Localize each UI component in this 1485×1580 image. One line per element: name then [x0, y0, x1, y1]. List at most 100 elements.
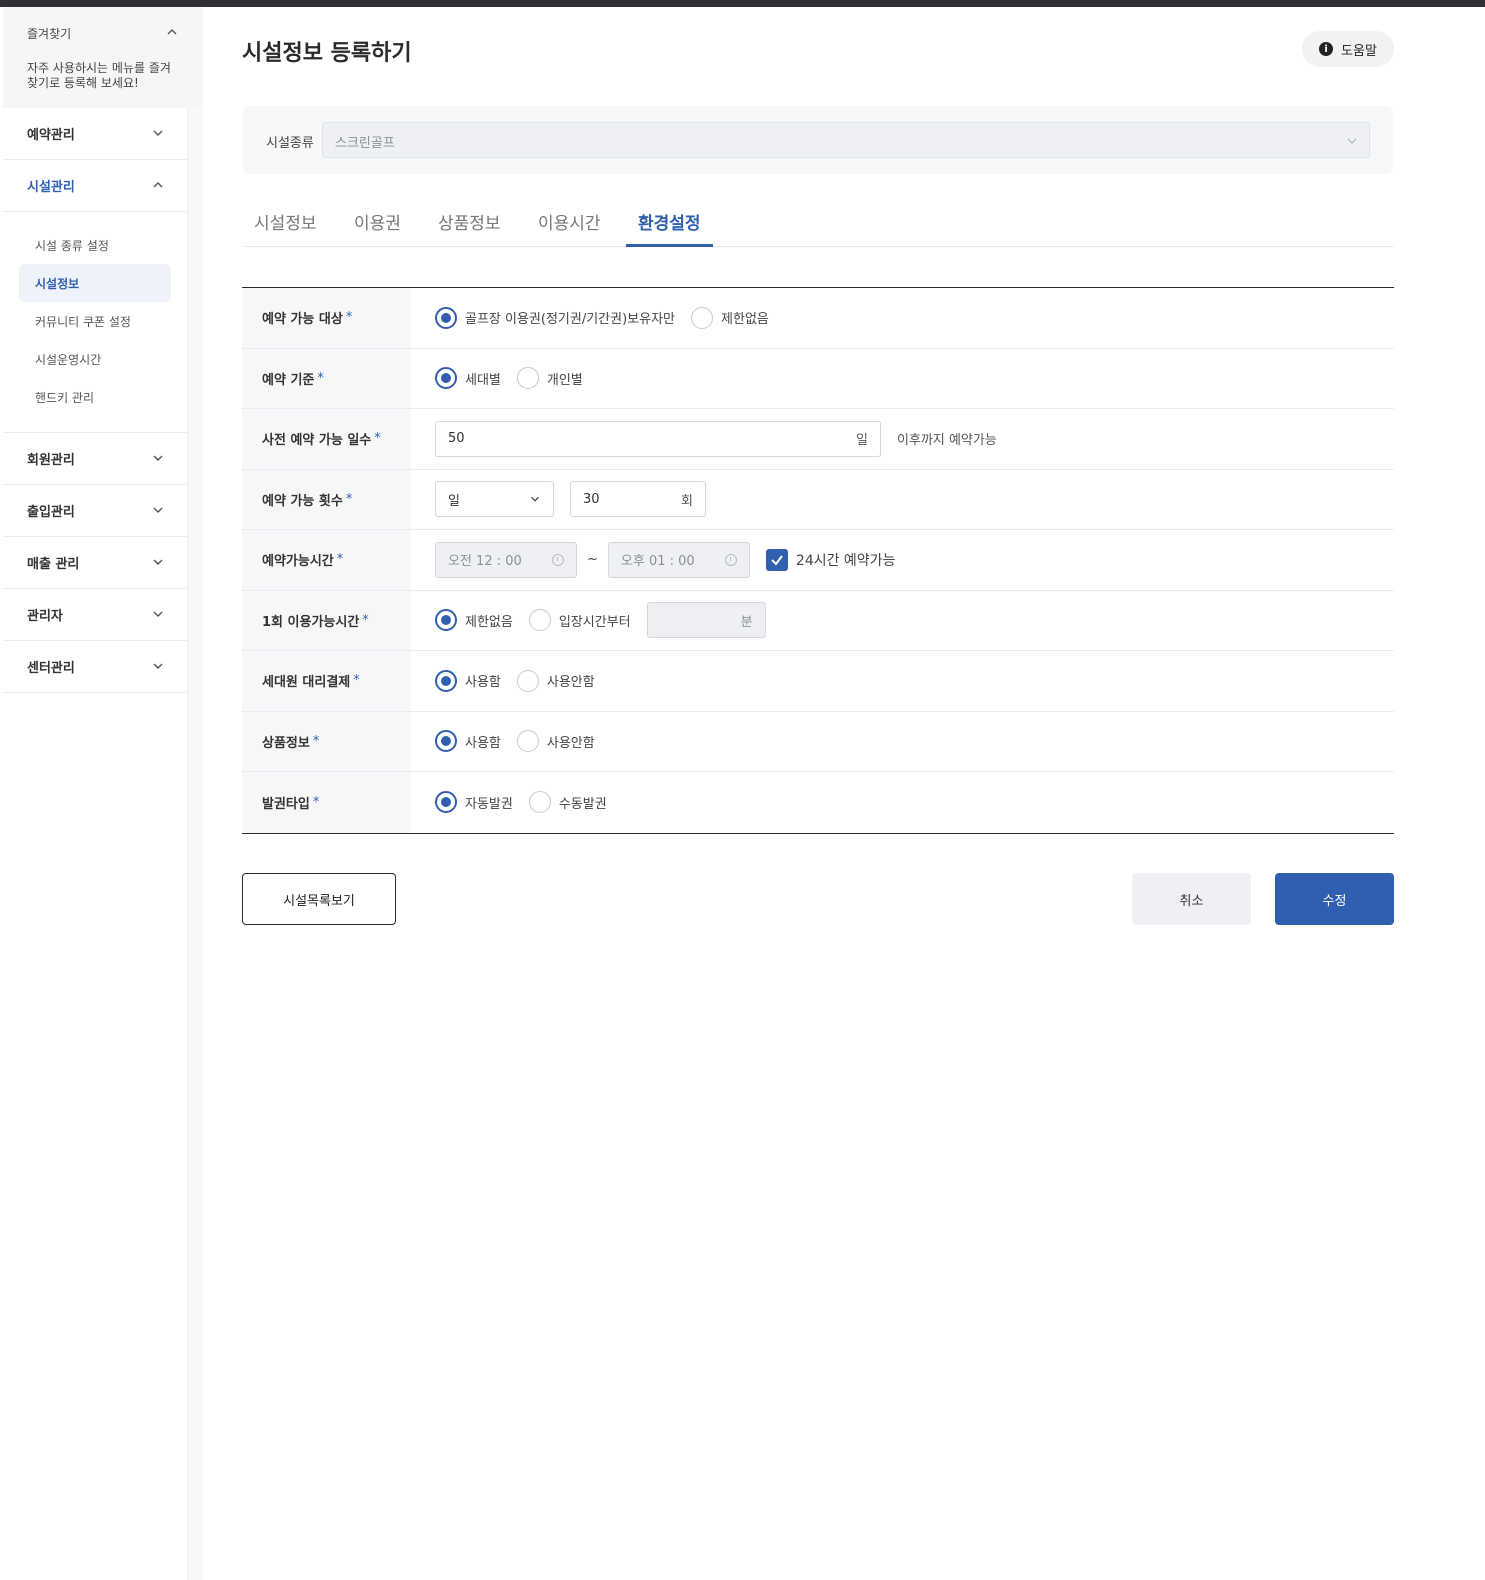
sidebar-item-sales[interactable]: 매출 관리: [3, 537, 187, 589]
row-label: 상품정보 *: [242, 711, 411, 771]
form-row-proxy-payment: 세대원 대리결제 * 사용함 사용안함: [242, 651, 1394, 712]
sidebar-item-reservation[interactable]: 예약관리: [3, 108, 187, 160]
required-mark: *: [345, 310, 353, 326]
row-label: 예약가능시간 *: [242, 530, 411, 590]
row-body: 골프장 이용권(정기권/기간권)보유자만 제한없음: [411, 288, 1394, 348]
row-label-text: 사전 예약 가능 일수: [262, 433, 372, 449]
chevron-down-icon: [153, 663, 163, 669]
row-body: 세대별 개인별: [411, 349, 1394, 409]
submenu-item-handkey[interactable]: 핸드키 관리: [19, 378, 171, 416]
row-body: 사용함 사용안함: [411, 651, 1394, 711]
radio-proxy-not-use[interactable]: [516, 669, 539, 692]
radio-label: 사용안함: [546, 675, 595, 691]
radio-label: 사용함: [465, 735, 501, 751]
sidebar: 즐겨찾기 자주 사용하시는 메뉴를 즐겨찾기로 등록해 보세요! 예약관리 시설…: [0, 7, 203, 1580]
radio-label: 골프장 이용권(정기권/기간권)보유자만: [465, 312, 676, 328]
radio-label: 수동발권: [558, 796, 607, 812]
chevron-up-icon: [153, 182, 163, 188]
tab-settings[interactable]: 환경설정: [626, 203, 713, 247]
start-time-input[interactable]: 오전 12 : 00: [435, 541, 577, 578]
sidebar-menu: 예약관리 시설관리 시설 종류 설정 시설정보 커뮤니티 쿠폰 설정 시설운영시…: [3, 108, 187, 693]
row-label-text: 예약가능시간: [262, 554, 334, 570]
row-body: 사용함 사용안함: [411, 712, 1394, 772]
row-body: 일 30 회: [411, 470, 1394, 530]
radio-usage-no-limit[interactable]: [435, 609, 457, 632]
save-button[interactable]: 수정: [1275, 873, 1394, 925]
help-button[interactable]: i 도움말: [1302, 31, 1394, 67]
radio-label: 제한없음: [465, 614, 513, 630]
count-input[interactable]: 30 회: [570, 481, 706, 518]
form-row-usage-time: 1회 이용가능시간 * 제한없음 입장시간부터 분: [242, 590, 1394, 651]
sidebar-item-access[interactable]: 출입관리: [3, 485, 187, 537]
tab-product-info[interactable]: 상품정보: [426, 203, 513, 247]
submenu-item-operating-hours[interactable]: 시설운영시간: [19, 340, 171, 378]
row-label: 발권타입 *: [242, 772, 411, 833]
row-label-text: 예약 기준: [262, 372, 315, 388]
sidebar-item-label: 매출 관리: [27, 557, 80, 572]
form-row-ticket-type: 발권타입 * 자동발권 수동발권: [242, 772, 1394, 833]
sidebar-item-label: 출입관리: [27, 505, 75, 520]
input-value: 오후 01 : 00: [620, 554, 695, 570]
sidebar-item-facility[interactable]: 시설관리: [3, 160, 187, 212]
usage-minutes-input[interactable]: 분: [646, 602, 766, 639]
chevron-down-icon: [1347, 138, 1357, 144]
facility-list-button[interactable]: 시설목록보기: [242, 873, 396, 925]
radio-pass-holders[interactable]: [435, 306, 457, 329]
end-time-input[interactable]: 오후 01 : 00: [607, 541, 750, 578]
radio-label: 사용함: [465, 675, 501, 691]
row-body: 제한없음 입장시간부터 분: [411, 591, 1394, 651]
row-label-text: 상품정보: [262, 735, 310, 751]
tab-pass[interactable]: 이용권: [342, 203, 413, 247]
tab-usage-time[interactable]: 이용시간: [526, 203, 613, 247]
sidebar-item-label: 시설관리: [27, 180, 75, 195]
submenu-item-facility-type[interactable]: 시설 종류 설정: [19, 226, 171, 264]
submenu-item-community-coupon[interactable]: 커뮤니티 쿠폰 설정: [19, 302, 171, 340]
required-mark: *: [345, 491, 353, 507]
select-value: 일: [448, 493, 460, 509]
chevron-down-icon: [153, 611, 163, 617]
radio-no-limit[interactable]: [691, 306, 714, 329]
row-body: 자동발권 수동발권: [411, 772, 1394, 833]
required-mark: *: [362, 612, 369, 628]
radio-product-not-use[interactable]: [516, 730, 539, 753]
count-period-select[interactable]: 일: [435, 481, 554, 518]
required-mark: *: [336, 552, 344, 568]
sidebar-item-label: 관리자: [27, 609, 63, 624]
chevron-up-icon[interactable]: [165, 25, 179, 39]
radio-proxy-use[interactable]: [435, 669, 457, 692]
unit-label: 일: [856, 433, 868, 449]
sidebar-item-label: 예약관리: [27, 128, 75, 143]
main-content: 시설정보 등록하기 i 도움말 시설종류 스크린골프 시설정보 이용권 상품정보…: [242, 7, 1394, 1580]
radio-from-entry[interactable]: [528, 609, 551, 632]
form-row-advance-days: 사전 예약 가능 일수 * 50 일 이후까지 예약가능: [242, 409, 1394, 470]
chevron-down-icon: [153, 507, 163, 513]
info-icon: i: [1319, 42, 1334, 56]
sidebar-item-center[interactable]: 센터관리: [3, 641, 187, 693]
chevron-down-icon: [153, 455, 163, 461]
submenu-item-facility-info[interactable]: 시설정보: [19, 264, 171, 302]
facility-submenu: 시설 종류 설정 시설정보 커뮤니티 쿠폰 설정 시설운영시간 핸드키 관리: [3, 212, 187, 433]
sidebar-item-admin[interactable]: 관리자: [3, 589, 187, 641]
radio-auto-ticket[interactable]: [435, 791, 457, 814]
chevron-down-icon: [153, 130, 163, 136]
radio-product-use[interactable]: [435, 730, 457, 753]
radio-label: 입장시간부터: [558, 614, 631, 630]
tab-facility-info[interactable]: 시설정보: [242, 203, 329, 247]
app: 즐겨찾기 자주 사용하시는 메뉴를 즐겨찾기로 등록해 보세요! 예약관리 시설…: [0, 7, 1485, 1580]
radio-manual-ticket[interactable]: [528, 791, 551, 814]
unit-label: 분: [740, 614, 753, 630]
advance-days-input[interactable]: 50 일: [435, 420, 881, 457]
sidebar-item-label: 센터관리: [27, 661, 75, 676]
form-row-product-info: 상품정보 * 사용함 사용안함: [242, 711, 1394, 772]
radio-label: 제한없음: [721, 312, 769, 328]
advance-days-suffix: 이후까지 예약가능: [897, 433, 997, 449]
radio-household[interactable]: [435, 367, 457, 390]
row-label: 사전 예약 가능 일수 *: [242, 409, 411, 469]
sidebar-rail: [187, 107, 203, 1580]
radio-individual[interactable]: [516, 367, 539, 390]
allday-checkbox[interactable]: [765, 548, 788, 571]
cancel-button[interactable]: 취소: [1132, 873, 1251, 925]
row-label: 예약 기준 *: [242, 348, 411, 408]
facility-type-select[interactable]: 스크린골프: [322, 122, 1370, 158]
sidebar-item-members[interactable]: 회원관리: [3, 433, 187, 485]
